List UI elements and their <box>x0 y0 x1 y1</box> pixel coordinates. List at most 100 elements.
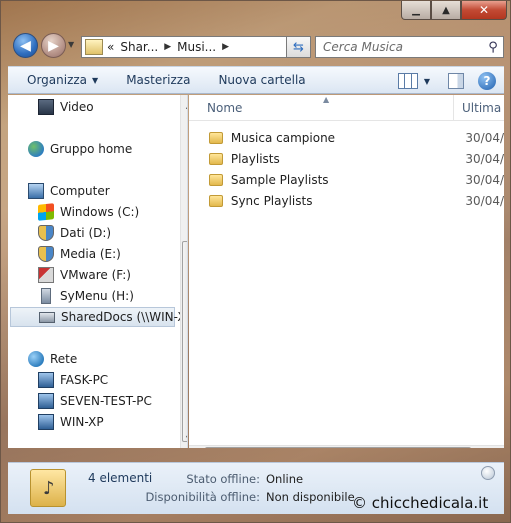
homegroup-icon <box>28 141 44 157</box>
column-header-modified[interactable]: Ultima <box>454 95 501 121</box>
scroll-left-icon[interactable]: ◀ <box>189 446 205 448</box>
nav-item-network[interactable]: Rete <box>28 349 187 369</box>
search-input[interactable]: Cerca Musica <box>323 40 483 54</box>
burn-button[interactable]: Masterizza <box>118 73 198 87</box>
breadcrumb-shareddocs[interactable]: Shar... <box>120 40 158 54</box>
details-pane-toggle-icon[interactable] <box>481 466 495 480</box>
list-item[interactable]: Sync Playlists 30/04/ <box>189 191 504 211</box>
back-button[interactable]: ◀ <box>13 33 38 58</box>
list-item[interactable]: Playlists 30/04/ <box>189 149 504 169</box>
navigation-bar: ◀ ▶ ▼ « Shar... ▶ Musi... ▶ ▼ ⇆ Cerca Mu… <box>8 33 504 61</box>
nav-item-fask-pc[interactable]: FASK-PC <box>38 370 187 390</box>
nav-item-label: FASK-PC <box>60 373 109 387</box>
breadcrumb-musica[interactable]: Musi... <box>177 40 216 54</box>
nav-pane-scrollbar[interactable]: ▲ ▼ <box>180 95 187 448</box>
list-item[interactable]: Musica campione 30/04/ <box>189 128 504 148</box>
folder-icon <box>209 153 223 165</box>
breadcrumb-separator-icon[interactable]: ▶ <box>164 42 171 52</box>
drive-icon <box>38 246 54 262</box>
scrollbar-thumb[interactable] <box>182 241 187 442</box>
nav-item-dati-drive[interactable]: Dati (D:) <box>38 223 187 243</box>
scroll-up-icon[interactable]: ▲ <box>181 97 187 113</box>
organize-button[interactable]: Organizza ▼ <box>19 73 106 87</box>
music-folder-icon: ♪ <box>30 469 66 507</box>
preview-pane-icon[interactable] <box>448 73 464 89</box>
nav-item-label: Computer <box>50 184 110 198</box>
forward-arrow-icon: ▶ <box>48 37 59 54</box>
item-count: 4 elementi <box>88 471 153 485</box>
breadcrumb-overflow[interactable]: « <box>107 40 114 54</box>
column-header-label: Nome <box>207 101 243 115</box>
nav-item-video[interactable]: Video <box>38 97 187 117</box>
nav-item-seven-test-pc[interactable]: SEVEN-TEST-PC <box>38 391 187 411</box>
scrollbar-thumb[interactable]: ||| <box>205 447 471 448</box>
folder-icon <box>85 39 103 55</box>
maximize-button[interactable]: ▲ <box>431 1 461 20</box>
nav-item-computer[interactable]: Computer <box>28 181 187 201</box>
list-item[interactable]: Sample Playlists 30/04/ <box>189 170 504 190</box>
file-date: 30/04/ <box>465 173 504 187</box>
recent-pages-dropdown-icon[interactable]: ▼ <box>68 40 74 49</box>
file-name: Playlists <box>230 152 280 166</box>
change-view-icon[interactable] <box>397 73 418 89</box>
file-date: 30/04/ <box>465 152 504 166</box>
scroll-down-icon[interactable]: ▼ <box>181 430 187 446</box>
sort-ascending-icon: ▲ <box>323 95 330 104</box>
nav-item-shareddocs[interactable]: SharedDocs (\\WIN-X <box>10 307 186 327</box>
nav-item-win-xp[interactable]: WIN-XP <box>38 412 187 432</box>
column-header-name[interactable]: ▲ Nome <box>189 95 454 121</box>
computer-icon <box>28 183 44 199</box>
refresh-icon: ⇆ <box>293 39 304 55</box>
refresh-button[interactable]: ⇆ <box>286 36 311 58</box>
view-options-dropdown-icon[interactable]: ▼ <box>424 77 430 86</box>
organize-label: Organizza <box>27 73 88 87</box>
nav-item-label: SyMenu (H:) <box>60 289 134 303</box>
nav-item-label: Rete <box>50 352 78 366</box>
close-button[interactable]: ✕ <box>461 1 507 20</box>
help-icon[interactable]: ? <box>478 72 496 90</box>
folder-icon <box>209 174 223 186</box>
breadcrumb-separator-icon[interactable]: ▶ <box>222 42 229 52</box>
caption-buttons: ▁ ▲ ✕ <box>401 1 507 21</box>
nav-item-symenu-drive[interactable]: SyMenu (H:) <box>38 286 187 306</box>
offline-availability-value: Non disponibile <box>266 490 355 504</box>
windows-drive-icon <box>38 203 54 221</box>
nav-item-label: VMware (F:) <box>60 268 131 282</box>
file-list-pane: ▲ Nome Ultima Musica campione 30/04/ Pla… <box>189 95 504 448</box>
file-name: Sample Playlists <box>230 173 329 187</box>
back-arrow-icon: ◀ <box>20 37 31 54</box>
network-drive-icon <box>39 311 55 323</box>
nav-item-windows-drive[interactable]: Windows (C:) <box>38 202 187 222</box>
file-date: 30/04/ <box>465 194 504 208</box>
nav-item-vmware-drive[interactable]: VMware (F:) <box>38 265 187 285</box>
nav-item-label: WIN-XP <box>60 415 104 429</box>
file-name: Sync Playlists <box>230 194 313 208</box>
usb-drive-icon <box>41 288 51 304</box>
folder-icon <box>209 195 223 207</box>
forward-button[interactable]: ▶ <box>41 33 66 58</box>
nav-item-label: Dati (D:) <box>60 226 112 240</box>
nav-item-media-drive[interactable]: Media (E:) <box>38 244 187 264</box>
offline-status-value: Online <box>266 472 304 486</box>
nav-item-label: SharedDocs (\\WIN-X <box>61 310 186 324</box>
pc-icon <box>38 414 54 430</box>
minimize-button[interactable]: ▁ <box>401 1 431 20</box>
nav-item-label: Gruppo home <box>50 142 133 156</box>
offline-status-label: Stato offline: <box>186 472 260 486</box>
file-date: 30/04/ <box>465 131 504 145</box>
file-list-horizontal-scrollbar[interactable]: ◀ ||| ▶ <box>189 445 504 448</box>
nav-item-label: Windows (C:) <box>60 205 140 219</box>
nav-item-label: Video <box>60 100 94 114</box>
address-bar[interactable]: « Shar... ▶ Musi... ▶ ▼ <box>81 36 311 58</box>
file-name: Musica campione <box>230 131 336 145</box>
search-icon[interactable]: ⚲ <box>483 40 503 55</box>
navigation-pane: Video Gruppo home Computer Windows (C:) … <box>8 95 188 448</box>
watermark: © chicchedicala.it <box>352 494 489 512</box>
nav-item-label: SEVEN-TEST-PC <box>60 394 152 408</box>
scroll-right-icon[interactable]: ▶ <box>488 446 504 448</box>
chevron-down-icon: ▼ <box>92 75 99 85</box>
nav-item-homegroup[interactable]: Gruppo home <box>28 139 187 159</box>
search-box[interactable]: Cerca Musica ⚲ <box>315 36 504 58</box>
new-folder-button[interactable]: Nuova cartella <box>210 73 313 87</box>
pc-icon <box>38 393 54 409</box>
